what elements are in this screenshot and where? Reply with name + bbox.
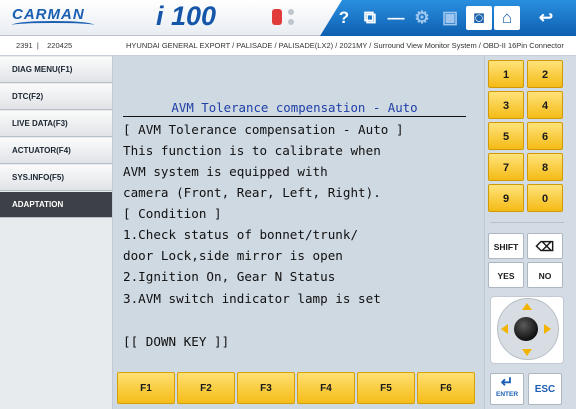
sidebar-item-live-data[interactable]: LIVE DATA(F3): [0, 111, 112, 137]
arrow-right-icon[interactable]: [544, 324, 551, 334]
f5-button[interactable]: F5: [357, 372, 415, 404]
sidebar-item-dtc[interactable]: DTC(F2): [0, 84, 112, 110]
esc-button[interactable]: ESC: [528, 373, 562, 405]
home-icon[interactable]: ⌂: [494, 6, 520, 30]
arrow-down-icon[interactable]: [522, 349, 532, 356]
sidebar-item-sys-info[interactable]: SYS.INFO(F5): [0, 165, 112, 191]
backspace-icon[interactable]: ⌫: [527, 233, 563, 259]
screen-line: door Lock,side mirror is open: [123, 248, 343, 263]
arrow-up-icon[interactable]: [522, 303, 532, 310]
screen-line: camera (Front, Rear, Left, Right).: [123, 185, 381, 200]
help-icon[interactable]: ?: [332, 6, 356, 30]
save-icon[interactable]: ▣: [438, 6, 462, 30]
key-1[interactable]: 1: [488, 60, 524, 88]
no-button[interactable]: NO: [527, 262, 563, 288]
enter-button[interactable]: ↵ ENTER: [490, 373, 524, 405]
key-3[interactable]: 3: [488, 91, 524, 119]
screen-line: [ AVM Tolerance compensation - Auto ]: [123, 122, 404, 137]
screen-line: AVM system is equipped with: [123, 164, 328, 179]
yes-button[interactable]: YES: [488, 262, 524, 288]
connection-status-icon: [288, 9, 294, 25]
camera-icon[interactable]: ◙: [466, 6, 492, 30]
device-name: i 100: [156, 1, 217, 31]
window-icon[interactable]: ⧉: [358, 6, 382, 30]
f2-button[interactable]: F2: [177, 372, 235, 404]
key-6[interactable]: 6: [527, 122, 563, 150]
f1-button[interactable]: F1: [117, 372, 175, 404]
sidebar-item-adaptation[interactable]: ADAPTATION: [0, 192, 112, 218]
usb-icon: [272, 9, 282, 25]
arrow-left-icon[interactable]: [501, 324, 508, 334]
sidebar-item-actuator[interactable]: ACTUATOR(F4): [0, 138, 112, 164]
key-7[interactable]: 7: [488, 153, 524, 181]
key-0[interactable]: 0: [527, 184, 563, 212]
screen-line: 3.AVM switch indicator lamp is set: [123, 291, 381, 306]
minimize-icon[interactable]: —: [384, 6, 408, 30]
breadcrumb: HYUNDAI GENERAL EXPORT / PALISADE / PALI…: [126, 41, 564, 50]
key-4[interactable]: 4: [527, 91, 563, 119]
screen-line: This function is to calibrate when: [123, 143, 381, 158]
f4-button[interactable]: F4: [297, 372, 355, 404]
key-9[interactable]: 9: [488, 184, 524, 212]
vehicle-id: 2391 | 220425: [16, 41, 73, 50]
key-5[interactable]: 5: [488, 122, 524, 150]
enter-label: ENTER: [495, 391, 519, 398]
screen-title: AVM Tolerance compensation - Auto: [123, 98, 466, 117]
screen-line: 2.Ignition On, Gear N Status: [123, 269, 336, 284]
sidebar-item-diag-menu[interactable]: DIAG MENU(F1): [0, 57, 112, 83]
key-2[interactable]: 2: [527, 60, 563, 88]
screen-line: 1.Check status of bonnet/trunk/: [123, 227, 359, 242]
f3-button[interactable]: F3: [237, 372, 295, 404]
dpad-center-button[interactable]: [514, 317, 538, 341]
enter-icon: ↵: [500, 374, 514, 391]
shift-button[interactable]: SHIFT: [488, 233, 524, 259]
key-8[interactable]: 8: [527, 153, 563, 181]
screen-line: [[ DOWN KEY ]]: [123, 334, 230, 349]
back-icon[interactable]: ↩: [534, 6, 558, 30]
screen-line: [ Condition ]: [123, 206, 222, 221]
keypad-divider: [490, 222, 564, 223]
brand-logo: CARMAN: [12, 6, 94, 28]
settings-icon[interactable]: ⚙: [410, 6, 434, 30]
f6-button[interactable]: F6: [417, 372, 475, 404]
